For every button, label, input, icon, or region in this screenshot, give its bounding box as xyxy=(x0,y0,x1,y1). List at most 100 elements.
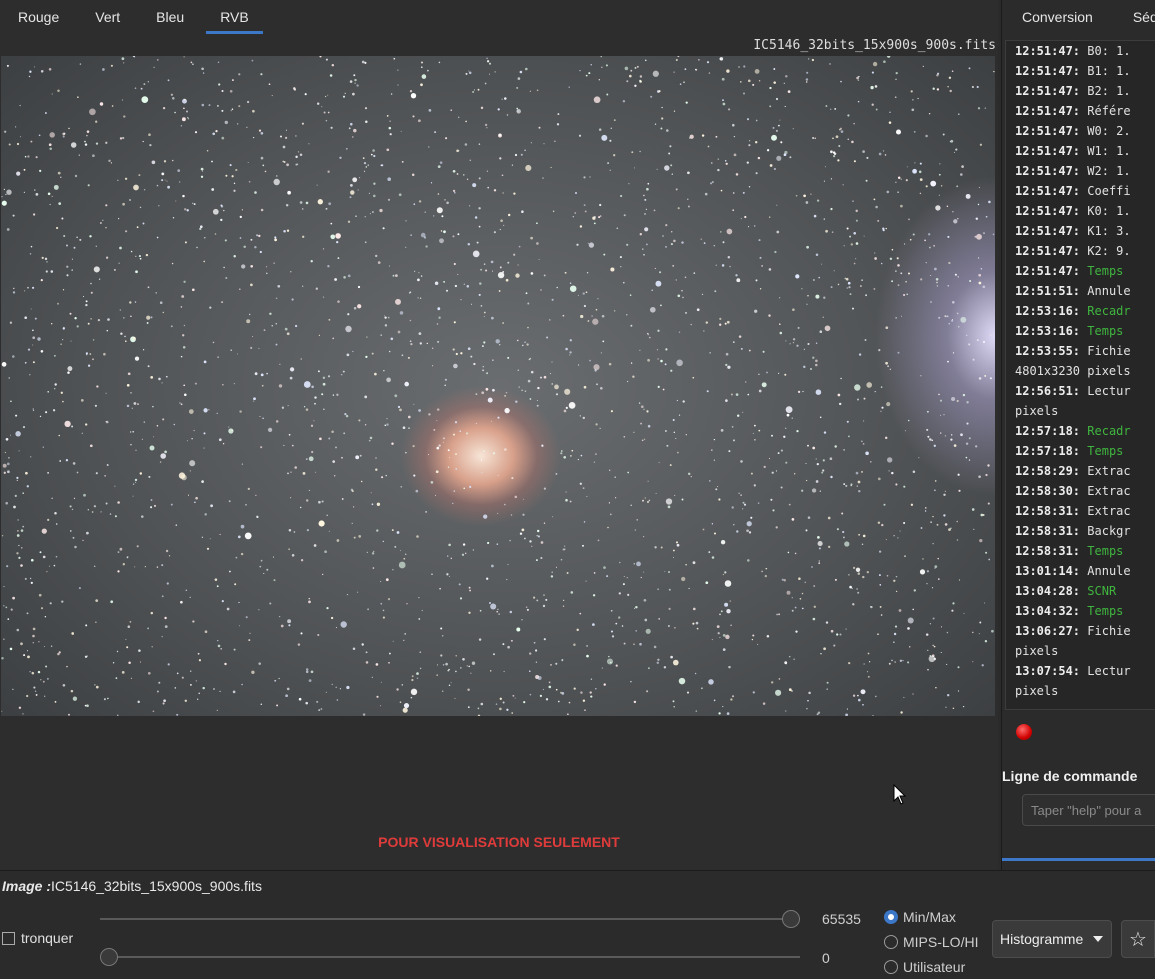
log-line: 12:53:16: Recadr xyxy=(1015,301,1155,321)
log-message: K2: 9. xyxy=(1087,244,1131,258)
display-mode-value: Histogramme xyxy=(1000,931,1084,947)
log-message: Coeffi xyxy=(1087,184,1131,198)
log-message: B0: 1. xyxy=(1087,44,1131,58)
cutoff-radio-group: Min/Max MIPS-LO/HI Utilisateur xyxy=(884,904,978,979)
log-message: Temps xyxy=(1087,604,1124,618)
log-line: 12:53:16: Temps xyxy=(1015,321,1155,341)
log-timestamp: 12:51:47: xyxy=(1015,44,1081,58)
log-message: B2: 1. xyxy=(1087,84,1131,98)
log-timestamp: 12:56:51: xyxy=(1015,384,1081,398)
log-line-continuation: 4801x3230 pixels xyxy=(1015,364,1131,378)
log-message: Annule xyxy=(1087,564,1131,578)
display-controls-bar: Image :IC5146_32bits_15x900s_900s.fits 6… xyxy=(0,870,1155,979)
radio-minmax-label: Min/Max xyxy=(903,908,956,925)
log-line: 13:04:32: Temps xyxy=(1015,601,1155,621)
radio-utilisateur[interactable]: Utilisateur xyxy=(884,954,978,979)
low-threshold-value: 0 xyxy=(822,950,830,966)
log-timestamp: 13:07:54: xyxy=(1015,664,1081,678)
tronquer-checkbox[interactable] xyxy=(2,931,15,945)
log-timestamp: 12:51:47: xyxy=(1015,144,1081,158)
tronquer-label: tronquer xyxy=(21,930,74,946)
log-line: 13:01:14: Annule xyxy=(1015,561,1155,581)
star-button[interactable]: ☆ xyxy=(1121,920,1155,958)
high-threshold-value: 65535 xyxy=(822,911,861,927)
log-timestamp: 13:01:14: xyxy=(1015,564,1081,578)
star-field xyxy=(1,56,995,716)
log-line: 12:51:51: Annule xyxy=(1015,281,1155,301)
log-message: Fichie xyxy=(1087,344,1131,358)
tab-rvb[interactable]: RVB xyxy=(202,0,267,34)
log-line: 12:51:47: K2: 9. xyxy=(1015,241,1155,261)
tab-rouge[interactable]: Rouge xyxy=(0,0,77,34)
log-message: W2: 1. xyxy=(1087,164,1131,178)
log-message: K0: 1. xyxy=(1087,204,1131,218)
log-line: 12:58:31: Temps xyxy=(1015,541,1155,561)
log-message: Lectur xyxy=(1087,384,1131,398)
log-timestamp: 12:58:31: xyxy=(1015,524,1081,538)
log-message: Extrac xyxy=(1087,464,1131,478)
log-line: 12:58:29: Extrac xyxy=(1015,461,1155,481)
high-slider-handle[interactable] xyxy=(782,910,800,928)
log-message: Temps xyxy=(1087,544,1124,558)
radio-mips-dot[interactable] xyxy=(884,934,898,949)
log-timestamp: 12:51:51: xyxy=(1015,284,1081,298)
tab-bleu[interactable]: Bleu xyxy=(138,0,202,34)
image-caption-name: IC5146_32bits_15x900s_900s.fits xyxy=(51,878,262,894)
log-line: 13:06:27: Fichie xyxy=(1015,621,1155,641)
log-timestamp: 12:51:47: xyxy=(1015,64,1081,78)
astro-image-canvas[interactable] xyxy=(1,56,995,716)
tab-conversion[interactable]: Conversion xyxy=(1002,0,1113,34)
tronquer-checkbox-row[interactable]: tronquer xyxy=(2,930,73,946)
log-line: 12:51:47: Référe xyxy=(1015,101,1155,121)
channel-tabs: Rouge Vert Bleu RVB xyxy=(0,0,998,36)
right-panel: Conversion Séquence 12:51:47: B0: 1.12:5… xyxy=(1001,0,1155,870)
radio-minmax[interactable]: Min/Max xyxy=(884,904,978,929)
log-timestamp: 12:57:18: xyxy=(1015,424,1081,438)
console-log[interactable]: 12:51:47: B0: 1. 12:51:47: B1: 1. 12:51:47… xyxy=(1005,40,1155,710)
log-line: 12:56:51: Lectur xyxy=(1015,381,1155,401)
log-message: Backgr xyxy=(1087,524,1131,538)
radio-mips-label: MIPS-LO/HI xyxy=(903,933,979,950)
log-line-continuation: pixels xyxy=(1015,644,1059,658)
log-line: 12:51:47: K0: 1. xyxy=(1015,201,1155,221)
log-line: 12:51:47: K1: 3. xyxy=(1015,221,1155,241)
low-slider-handle[interactable] xyxy=(100,948,118,966)
log-line: 12:51:47: Coeffi xyxy=(1015,181,1155,201)
low-threshold-slider[interactable] xyxy=(100,948,800,966)
log-message: W1: 1. xyxy=(1087,144,1131,158)
log-line: 13:07:54: Lectur xyxy=(1015,661,1155,681)
mouse-cursor-icon xyxy=(893,784,907,805)
command-input[interactable] xyxy=(1022,794,1155,826)
log-message: Recadr xyxy=(1087,304,1131,318)
log-message: SCNR xyxy=(1087,584,1117,598)
display-mode-dropdown[interactable]: Histogramme xyxy=(992,920,1112,958)
log-timestamp: 12:51:47: xyxy=(1015,84,1081,98)
high-threshold-slider[interactable] xyxy=(100,910,800,928)
log-message: Extrac xyxy=(1087,484,1131,498)
log-line: 12:58:31: Backgr xyxy=(1015,521,1155,541)
log-line: 13:04:28: SCNR xyxy=(1015,581,1155,601)
log-line: 12:58:31: Extrac xyxy=(1015,501,1155,521)
right-tabs: Conversion Séquence xyxy=(1002,0,1155,34)
image-filename: IC5146_32bits_15x900s_900s.fits xyxy=(753,38,996,53)
log-line: 12:51:47: B2: 1. xyxy=(1015,81,1155,101)
stop-button[interactable] xyxy=(1016,724,1032,740)
radio-utilisateur-dot[interactable] xyxy=(884,959,898,974)
log-line-continuation: pixels xyxy=(1015,684,1059,698)
tab-vert[interactable]: Vert xyxy=(77,0,138,34)
log-timestamp: 13:04:28: xyxy=(1015,584,1081,598)
log-line: 12:51:47: Temps xyxy=(1015,261,1155,281)
log-timestamp: 12:51:47: xyxy=(1015,264,1081,278)
radio-minmax-dot[interactable] xyxy=(884,909,898,924)
log-message: Référe xyxy=(1087,104,1131,118)
log-timestamp: 12:58:31: xyxy=(1015,504,1081,518)
preview-watermark: POUR VISUALISATION SEULEMENT xyxy=(378,834,620,850)
radio-mips[interactable]: MIPS-LO/HI xyxy=(884,929,978,954)
log-message: B1: 1. xyxy=(1087,64,1131,78)
log-line: 12:53:55: Fichie xyxy=(1015,341,1155,361)
log-timestamp: 12:51:47: xyxy=(1015,204,1081,218)
log-timestamp: 12:53:16: xyxy=(1015,324,1081,338)
tab-sequence[interactable]: Séquence xyxy=(1113,0,1155,34)
log-message: Temps xyxy=(1087,444,1124,458)
panel-divider xyxy=(1002,858,1155,861)
